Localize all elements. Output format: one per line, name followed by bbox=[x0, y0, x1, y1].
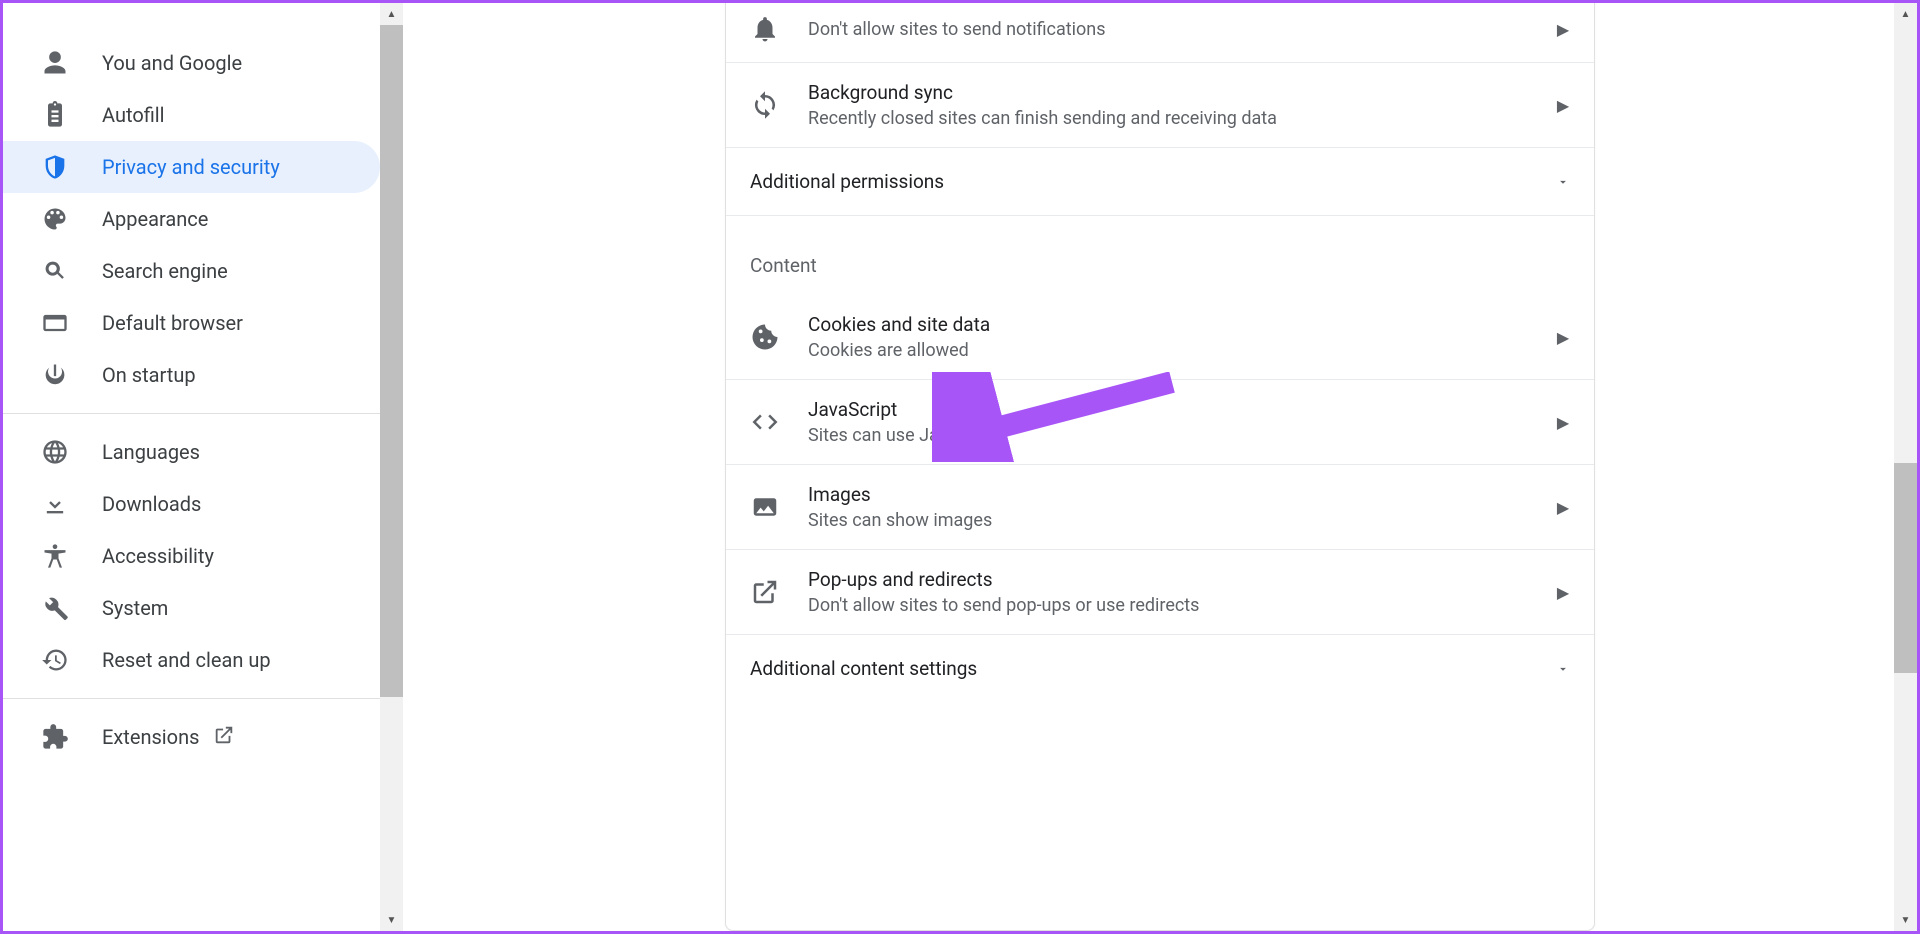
sidebar-item-system[interactable]: System bbox=[3, 582, 380, 634]
sidebar-item-label: Appearance bbox=[102, 207, 208, 231]
expand-label: Additional permissions bbox=[750, 170, 1556, 193]
chevron-right-icon: ▶ bbox=[1556, 413, 1570, 432]
setting-title: Pop-ups and redirects bbox=[808, 568, 1556, 591]
sidebar-item-label: System bbox=[102, 596, 168, 620]
setting-title: Background sync bbox=[808, 81, 1556, 104]
open-external-icon bbox=[213, 724, 235, 750]
setting-desc: Recently closed sites can finish sending… bbox=[808, 108, 1556, 129]
sidebar-item-label: Extensions bbox=[102, 725, 199, 749]
chevron-right-icon: ▶ bbox=[1556, 328, 1570, 347]
setting-popups[interactable]: Pop-ups and redirects Don't allow sites … bbox=[726, 550, 1594, 635]
sidebar-item-downloads[interactable]: Downloads bbox=[3, 478, 380, 530]
sidebar-item-appearance[interactable]: Appearance bbox=[3, 193, 380, 245]
clipboard-icon bbox=[41, 101, 69, 129]
download-icon bbox=[41, 490, 69, 518]
bell-icon bbox=[750, 14, 780, 44]
scroll-thumb[interactable] bbox=[380, 25, 403, 697]
setting-desc: Sites can show images bbox=[808, 510, 1556, 531]
sidebar-item-autofill[interactable]: Autofill bbox=[3, 89, 380, 141]
expand-label: Additional content settings bbox=[750, 657, 1556, 680]
sidebar-item-languages[interactable]: Languages bbox=[3, 426, 380, 478]
chevron-right-icon: ▶ bbox=[1556, 96, 1570, 115]
setting-desc: Don't allow sites to send notifications bbox=[808, 19, 1556, 40]
open-external-icon bbox=[750, 577, 780, 607]
chevron-right-icon: ▶ bbox=[1556, 20, 1570, 39]
sidebar-item-label: You and Google bbox=[102, 51, 242, 75]
setting-desc: Don't allow sites to send pop-ups or use… bbox=[808, 595, 1556, 616]
sidebar-item-label: Accessibility bbox=[102, 544, 214, 568]
sidebar-divider bbox=[3, 698, 403, 699]
sidebar-item-you-and-google[interactable]: You and Google bbox=[3, 37, 380, 89]
scroll-up-icon[interactable]: ▲ bbox=[1894, 3, 1917, 25]
sidebar-item-search-engine[interactable]: Search engine bbox=[3, 245, 380, 297]
chevron-right-icon: ▶ bbox=[1556, 498, 1570, 517]
wrench-icon bbox=[41, 594, 69, 622]
settings-card: Don't allow sites to send notifications … bbox=[725, 3, 1595, 931]
additional-permissions-row[interactable]: Additional permissions bbox=[726, 148, 1594, 216]
palette-icon bbox=[41, 205, 69, 233]
sidebar-item-default-browser[interactable]: Default browser bbox=[3, 297, 380, 349]
cookie-icon bbox=[750, 322, 780, 352]
sidebar-item-extensions[interactable]: Extensions bbox=[3, 711, 380, 763]
setting-title: Cookies and site data bbox=[808, 313, 1556, 336]
sidebar-item-privacy-security[interactable]: Privacy and security bbox=[3, 141, 380, 193]
main-scrollbar[interactable]: ▲ ▼ bbox=[1894, 3, 1917, 931]
sidebar-scrollbar[interactable]: ▲ ▼ bbox=[380, 3, 403, 931]
sidebar: You and Google Autofill Privacy and secu… bbox=[3, 3, 403, 931]
setting-cookies[interactable]: Cookies and site data Cookies are allowe… bbox=[726, 295, 1594, 380]
chevron-down-icon bbox=[1556, 660, 1570, 678]
puzzle-icon bbox=[41, 723, 69, 751]
sidebar-item-label: Autofill bbox=[102, 103, 165, 127]
setting-desc: Sites can use Javascript bbox=[808, 425, 1556, 446]
sidebar-item-label: Languages bbox=[102, 440, 200, 464]
sidebar-item-label: Default browser bbox=[102, 311, 243, 335]
setting-desc: Cookies are allowed bbox=[808, 340, 1556, 361]
content-heading: Content bbox=[726, 216, 1594, 295]
sidebar-item-on-startup[interactable]: On startup bbox=[3, 349, 380, 401]
image-icon bbox=[750, 492, 780, 522]
sidebar-item-label: Search engine bbox=[102, 259, 228, 283]
scroll-up-icon[interactable]: ▲ bbox=[380, 3, 403, 25]
scroll-thumb[interactable] bbox=[1894, 463, 1917, 673]
sidebar-item-label: On startup bbox=[102, 363, 196, 387]
setting-notifications[interactable]: Don't allow sites to send notifications … bbox=[726, 3, 1594, 63]
setting-javascript[interactable]: JavaScript Sites can use Javascript ▶ bbox=[726, 380, 1594, 465]
browser-icon bbox=[41, 309, 69, 337]
sidebar-item-label: Downloads bbox=[102, 492, 201, 516]
sidebar-item-label: Reset and clean up bbox=[102, 648, 271, 672]
search-icon bbox=[41, 257, 69, 285]
setting-title: JavaScript bbox=[808, 398, 1556, 421]
sidebar-item-label: Privacy and security bbox=[102, 155, 280, 179]
main-content: Don't allow sites to send notifications … bbox=[403, 3, 1917, 931]
sidebar-divider bbox=[3, 413, 403, 414]
code-icon bbox=[750, 407, 780, 437]
setting-background-sync[interactable]: Background sync Recently closed sites ca… bbox=[726, 63, 1594, 148]
chevron-down-icon bbox=[1556, 173, 1570, 191]
setting-title: Images bbox=[808, 483, 1556, 506]
restore-icon bbox=[41, 646, 69, 674]
scroll-down-icon[interactable]: ▼ bbox=[380, 909, 403, 931]
globe-icon bbox=[41, 438, 69, 466]
sidebar-item-reset[interactable]: Reset and clean up bbox=[3, 634, 380, 686]
power-icon bbox=[41, 361, 69, 389]
sync-icon bbox=[750, 90, 780, 120]
person-icon bbox=[41, 49, 69, 77]
chevron-right-icon: ▶ bbox=[1556, 583, 1570, 602]
scroll-down-icon[interactable]: ▼ bbox=[1894, 909, 1917, 931]
shield-icon bbox=[41, 153, 69, 181]
setting-images[interactable]: Images Sites can show images ▶ bbox=[726, 465, 1594, 550]
sidebar-item-accessibility[interactable]: Accessibility bbox=[3, 530, 380, 582]
accessibility-icon bbox=[41, 542, 69, 570]
additional-content-row[interactable]: Additional content settings bbox=[726, 635, 1594, 702]
